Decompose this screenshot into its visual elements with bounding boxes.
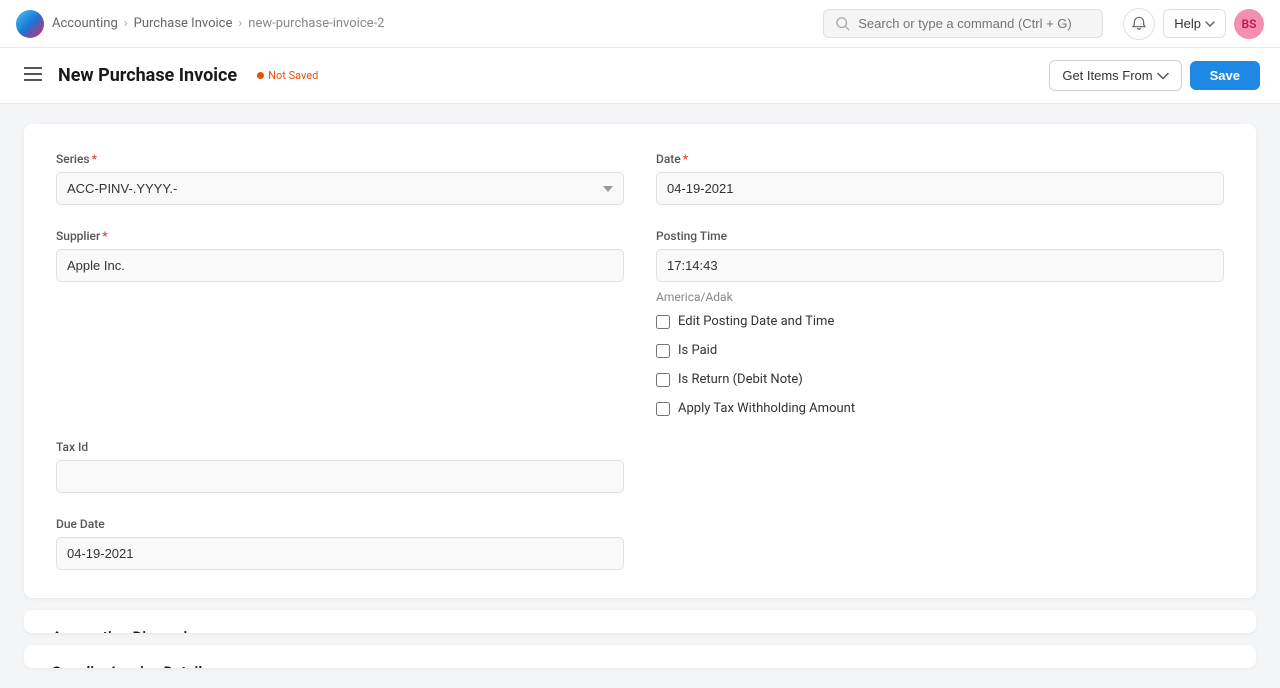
date-input[interactable] bbox=[656, 172, 1224, 205]
header-actions: Get Items From Save bbox=[1049, 60, 1260, 91]
is-return-checkbox[interactable] bbox=[656, 373, 670, 387]
supplier-input[interactable] bbox=[56, 249, 624, 282]
posting-time-label: Posting Time bbox=[656, 229, 1224, 243]
apply-tax-checkbox-item[interactable]: Apply Tax Withholding Amount bbox=[656, 401, 1224, 416]
edit-posting-label: Edit Posting Date and Time bbox=[678, 314, 834, 329]
not-saved-badge: Not Saved bbox=[249, 67, 326, 84]
checkbox-group: Edit Posting Date and Time Is Paid Is Re… bbox=[656, 314, 1224, 416]
supplier-invoice-details-section: Supplier Invoice Details bbox=[24, 645, 1256, 668]
form-card: Series* ACC-PINV-.YYYY.- Date* Supplier* bbox=[24, 124, 1256, 598]
date-label: Date* bbox=[656, 152, 1224, 166]
top-nav: Accounting › Purchase Invoice › new-purc… bbox=[0, 0, 1280, 48]
is-paid-checkbox-item[interactable]: Is Paid bbox=[656, 343, 1224, 358]
avatar[interactable]: BS bbox=[1234, 9, 1264, 39]
apply-tax-checkbox[interactable] bbox=[656, 402, 670, 416]
form-grid: Series* ACC-PINV-.YYYY.- Date* Supplier* bbox=[56, 152, 1224, 570]
edit-posting-checkbox-item[interactable]: Edit Posting Date and Time bbox=[656, 314, 1224, 329]
tax-id-group: Tax Id bbox=[56, 440, 624, 493]
timezone-text: America/Adak bbox=[656, 290, 1224, 304]
breadcrumb-sep-2: › bbox=[238, 16, 242, 31]
breadcrumb-purchase-invoice[interactable]: Purchase Invoice bbox=[134, 16, 233, 31]
get-items-chevron-icon bbox=[1157, 72, 1169, 80]
date-required: * bbox=[683, 152, 688, 166]
search-icon bbox=[836, 17, 850, 31]
get-items-label: Get Items From bbox=[1062, 68, 1152, 83]
nav-actions: Help BS bbox=[1123, 8, 1264, 40]
date-group: Date* bbox=[656, 152, 1224, 205]
apply-tax-label: Apply Tax Withholding Amount bbox=[678, 401, 855, 416]
save-button[interactable]: Save bbox=[1190, 61, 1260, 90]
main-content: Series* ACC-PINV-.YYYY.- Date* Supplier* bbox=[0, 104, 1280, 688]
breadcrumb-sep-1: › bbox=[124, 16, 128, 31]
edit-posting-checkbox[interactable] bbox=[656, 315, 670, 329]
accounting-dimensions-section: Accounting Dimensions bbox=[24, 610, 1256, 633]
empty-col bbox=[656, 440, 1224, 493]
due-date-label: Due Date bbox=[56, 517, 624, 531]
bell-icon bbox=[1131, 16, 1147, 32]
help-label: Help bbox=[1174, 16, 1201, 31]
breadcrumb-current: new-purchase-invoice-2 bbox=[248, 16, 384, 31]
search-input[interactable] bbox=[858, 16, 1090, 31]
supplier-group: Supplier* bbox=[56, 229, 624, 416]
right-column: Posting Time America/Adak Edit Posting D… bbox=[656, 229, 1224, 416]
tax-id-input[interactable] bbox=[56, 460, 624, 493]
not-saved-label: Not Saved bbox=[268, 69, 318, 82]
series-select[interactable]: ACC-PINV-.YYYY.- bbox=[56, 172, 624, 205]
series-required: * bbox=[92, 152, 97, 166]
sidebar-toggle[interactable] bbox=[20, 63, 46, 89]
hamburger-icon bbox=[24, 67, 42, 81]
app-logo[interactable] bbox=[16, 10, 44, 38]
supplier-invoice-details-title: Supplier Invoice Details bbox=[52, 663, 210, 668]
help-chevron-icon bbox=[1205, 21, 1215, 27]
accounting-dimensions-header[interactable]: Accounting Dimensions bbox=[24, 610, 1256, 633]
get-items-button[interactable]: Get Items From bbox=[1049, 60, 1181, 91]
supplier-invoice-details-header[interactable]: Supplier Invoice Details bbox=[24, 645, 1256, 668]
due-date-group: Due Date bbox=[56, 517, 624, 570]
is-paid-checkbox[interactable] bbox=[656, 344, 670, 358]
tax-id-label: Tax Id bbox=[56, 440, 624, 454]
posting-time-input[interactable] bbox=[656, 249, 1224, 282]
accounting-dimensions-title: Accounting Dimensions bbox=[52, 628, 212, 633]
is-paid-label: Is Paid bbox=[678, 343, 717, 358]
is-return-checkbox-item[interactable]: Is Return (Debit Note) bbox=[656, 372, 1224, 387]
search-bar[interactable] bbox=[823, 9, 1103, 38]
page-header: New Purchase Invoice Not Saved Get Items… bbox=[0, 48, 1280, 104]
not-saved-dot bbox=[257, 72, 264, 79]
supplier-label: Supplier* bbox=[56, 229, 624, 243]
notifications-button[interactable] bbox=[1123, 8, 1155, 40]
breadcrumb: Accounting › Purchase Invoice › new-purc… bbox=[52, 16, 384, 31]
due-date-input[interactable] bbox=[56, 537, 624, 570]
supplier-required: * bbox=[102, 229, 107, 243]
page-title: New Purchase Invoice bbox=[58, 65, 237, 86]
is-return-label: Is Return (Debit Note) bbox=[678, 372, 803, 387]
series-label: Series* bbox=[56, 152, 624, 166]
series-group: Series* ACC-PINV-.YYYY.- bbox=[56, 152, 624, 205]
help-button[interactable]: Help bbox=[1163, 9, 1226, 38]
breadcrumb-accounting[interactable]: Accounting bbox=[52, 16, 118, 31]
